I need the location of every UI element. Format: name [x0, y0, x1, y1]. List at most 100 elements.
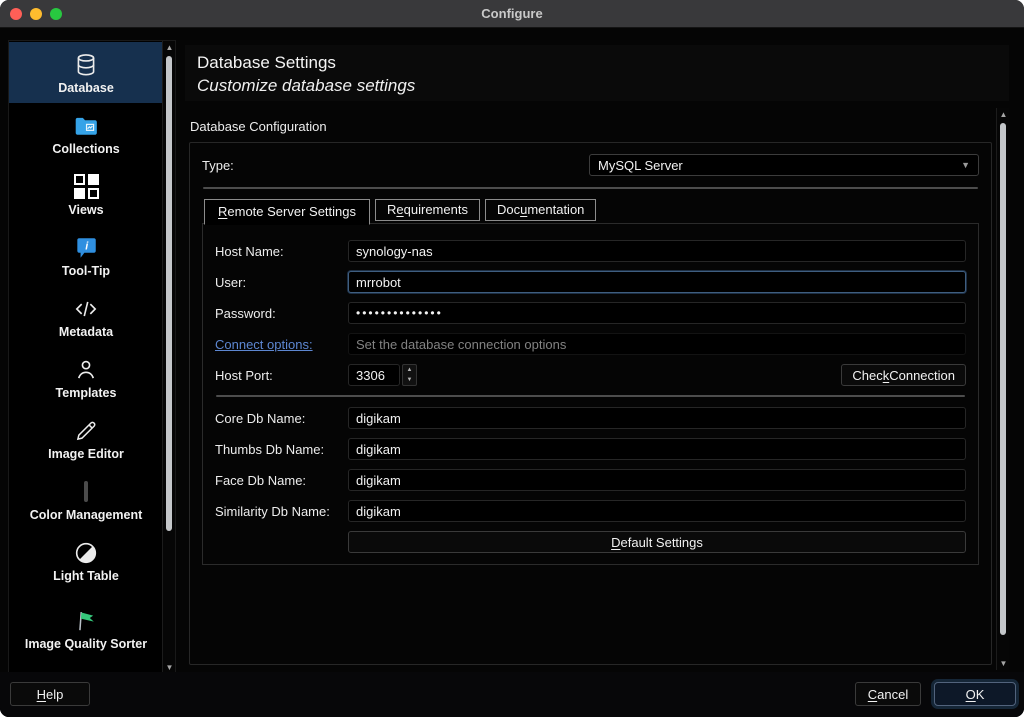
default-settings-row: Default Settings [215, 531, 966, 553]
sidebar-item-templates[interactable]: Templates [9, 347, 163, 408]
person-icon [72, 356, 100, 384]
host-port-label: Host Port: [215, 368, 348, 383]
contrast-circle-icon [72, 539, 100, 567]
zoom-button[interactable] [50, 8, 62, 20]
scroll-down-icon[interactable]: ▼ [997, 657, 1010, 670]
stepper-up-icon[interactable]: ▲ [403, 365, 416, 375]
sidebar-item-views[interactable]: Views [9, 164, 163, 225]
window-title: Configure [481, 6, 542, 21]
configure-window: Configure Database [0, 0, 1024, 717]
type-row: Type: MySQL Server ▼ [202, 153, 979, 177]
database-settings-panel: Database Settings Customize database set… [185, 45, 1009, 672]
user-row: User: [215, 271, 966, 293]
core-db-label: Core Db Name: [215, 411, 348, 426]
user-label: User: [215, 275, 348, 290]
settings-scrollbar-thumb[interactable] [1000, 123, 1006, 635]
pencil-icon [72, 417, 100, 445]
sidebar-item-image-editor[interactable]: Image Editor [9, 408, 163, 469]
chevron-down-icon: ▼ [961, 160, 970, 170]
type-label: Type: [202, 158, 234, 173]
page-subtitle: Customize database settings [197, 75, 1009, 97]
sidebar-item-label: Collections [46, 142, 125, 156]
folder-images-icon [72, 112, 100, 140]
page-header: Database Settings Customize database set… [185, 45, 1009, 101]
sidebar-item-database[interactable]: Database [9, 42, 163, 103]
password-label: Password: [215, 306, 348, 321]
thumbs-db-row: Thumbs Db Name: [215, 438, 966, 460]
settings-tabbar: Remote Server Settings Requirements Docu… [204, 197, 979, 224]
host-name-label: Host Name: [215, 244, 348, 259]
core-db-input[interactable] [348, 407, 966, 429]
close-button[interactable] [10, 8, 22, 20]
face-db-label: Face Db Name: [215, 473, 348, 488]
flag-icon [72, 607, 100, 635]
sidebar-list: Database Collections [9, 42, 163, 666]
remote-server-settings-pane: Host Name: User: Password: [202, 223, 979, 565]
default-settings-button[interactable]: Default Settings [348, 531, 966, 553]
monitor-rainbow-icon [72, 478, 100, 506]
settings-scrollbar[interactable]: ▲ ▼ [996, 108, 1009, 670]
scroll-up-icon[interactable]: ▲ [997, 108, 1010, 121]
stepper-down-icon[interactable]: ▼ [403, 375, 416, 385]
sidebar-item-label: Light Table [47, 569, 125, 583]
sidebar-item-label: Database [52, 81, 120, 95]
sidebar-item-label: Views [62, 203, 109, 217]
database-type-select[interactable]: MySQL Server ▼ [589, 154, 979, 176]
sidebar-item-label: Tool-Tip [56, 264, 116, 278]
database-icon [72, 51, 100, 79]
code-brackets-icon [72, 295, 100, 323]
minimize-button[interactable] [30, 8, 42, 20]
separator [203, 187, 978, 189]
tab-documentation[interactable]: Documentation [485, 199, 596, 221]
sidebar-scrollbar-thumb[interactable] [166, 56, 172, 531]
dialog-footer: Help Cancel OK [0, 672, 1024, 717]
connect-options-link[interactable]: Connect options: [215, 337, 348, 352]
settings-content: Database Configuration Type: MySQL Serve… [189, 105, 992, 672]
separator [216, 395, 965, 397]
core-db-row: Core Db Name: [215, 407, 966, 429]
sidebar-item-metadata[interactable]: Metadata [9, 286, 163, 347]
database-configuration-group: Type: MySQL Server ▼ Remote Server Setti… [189, 142, 992, 665]
face-db-row: Face Db Name: [215, 469, 966, 491]
sidebar-scrollbar-track[interactable] [163, 54, 176, 661]
host-name-input[interactable] [348, 240, 966, 262]
similarity-db-input[interactable] [348, 500, 966, 522]
page-title: Database Settings [197, 51, 1009, 75]
sidebar-item-image-quality-sorter[interactable]: Image Quality Sorter [9, 591, 163, 666]
host-port-input[interactable] [348, 364, 400, 386]
sidebar-item-label: Color Management [24, 508, 149, 522]
user-input[interactable] [348, 271, 966, 293]
window-titlebar: Configure [0, 0, 1024, 28]
password-row: Password: [215, 302, 966, 324]
thumbs-db-input[interactable] [348, 438, 966, 460]
sidebar-item-collections[interactable]: Collections [9, 103, 163, 164]
host-port-stepper: ▲ ▼ [402, 364, 417, 386]
connect-options-input[interactable] [348, 333, 966, 355]
sidebar-item-light-table[interactable]: Light Table [9, 530, 163, 591]
thumbs-db-label: Thumbs Db Name: [215, 442, 348, 457]
tab-requirements[interactable]: Requirements [375, 199, 480, 221]
similarity-db-label: Similarity Db Name: [215, 504, 348, 519]
cancel-button[interactable]: Cancel [855, 682, 921, 706]
sidebar-item-color-management[interactable]: Color Management [9, 469, 163, 530]
password-input[interactable] [348, 302, 966, 324]
sidebar-item-label: Templates [50, 386, 123, 400]
grid-squares-icon [72, 173, 100, 201]
connect-options-row: Connect options: [215, 333, 966, 355]
similarity-db-row: Similarity Db Name: [215, 500, 966, 522]
sidebar-item-label: Image Editor [42, 447, 130, 461]
ok-button[interactable]: OK [934, 682, 1016, 706]
tab-remote-server-settings[interactable]: Remote Server Settings [204, 199, 370, 225]
help-button[interactable]: Help [10, 682, 90, 706]
settings-scroll-area: Database Configuration Type: MySQL Serve… [185, 105, 1009, 672]
check-connection-button[interactable]: Check Connection [841, 364, 966, 386]
settings-sidebar: Database Collections [8, 40, 176, 675]
sidebar-item-tooltip[interactable]: i Tool-Tip [9, 225, 163, 286]
host-port-row: Host Port: ▲ ▼ Check Connection [215, 364, 966, 386]
scroll-up-icon[interactable]: ▲ [163, 41, 176, 54]
info-bubble-icon: i [72, 234, 100, 262]
face-db-input[interactable] [348, 469, 966, 491]
sidebar-item-label: Image Quality Sorter [19, 637, 153, 651]
settings-scrollbar-track[interactable] [997, 121, 1010, 657]
sidebar-scrollbar[interactable]: ▲ ▼ [162, 41, 175, 674]
